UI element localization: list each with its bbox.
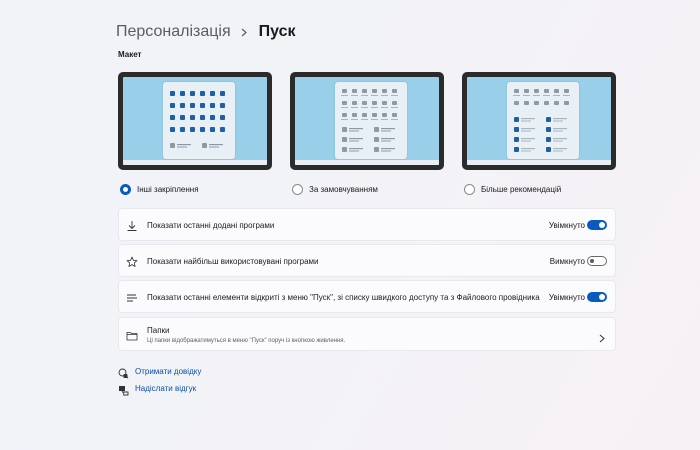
layout-options: Інші закріплення За замовчуванням Більше…	[118, 72, 616, 198]
star-icon	[126, 255, 138, 267]
radio-label: Інші закріплення	[137, 185, 199, 194]
feedback-icon	[118, 383, 129, 396]
toggle-switch[interactable]	[587, 256, 607, 266]
start-menu-preview	[163, 82, 235, 159]
layout-option-more-pins[interactable]: Інші закріплення	[118, 72, 272, 195]
start-menu-preview	[335, 82, 407, 159]
radio-button[interactable]	[464, 184, 475, 195]
setting-folders[interactable]: Папки Ці папки відображатимуться в меню …	[118, 317, 616, 351]
setting-label: Показати останні додані програми	[147, 221, 275, 230]
folders-description: Ці папки відображатимуться в меню "Пуск"…	[147, 338, 346, 344]
send-feedback-link[interactable]: Надіслати відгук	[118, 383, 197, 396]
download-icon	[126, 219, 138, 231]
toggle-status: Вимкнуто	[549, 257, 585, 266]
chevron-right-icon	[599, 330, 605, 343]
get-help-link[interactable]: Отримати довідку	[118, 366, 202, 379]
list-icon	[126, 291, 138, 303]
breadcrumb: Персоналізація Пуск	[116, 20, 296, 44]
radio-more-recommendations[interactable]: Більше рекомендацій	[464, 184, 561, 195]
toggle-switch[interactable]	[587, 292, 607, 302]
chevron-right-icon	[241, 25, 251, 39]
radio-button[interactable]	[120, 184, 131, 195]
get-help-label: Отримати довідку	[135, 367, 202, 376]
setting-recently-added-apps[interactable]: Показати останні додані програми Увімкну…	[118, 208, 616, 241]
breadcrumb-parent-link[interactable]: Персоналізація	[116, 23, 231, 41]
setting-most-used-apps[interactable]: Показати найбільш використовувані програ…	[118, 244, 616, 277]
layout-preview-more-pins[interactable]	[118, 72, 272, 170]
layout-section-label: Макет	[118, 50, 142, 59]
layout-option-default[interactable]: За замовчуванням	[290, 72, 444, 195]
radio-more-pins[interactable]: Інші закріплення	[120, 184, 199, 195]
toggle-status: Увімкнуто	[548, 293, 585, 302]
toggle-switch[interactable]	[587, 220, 607, 230]
setting-recent-items[interactable]: Показати останні елементи відкриті з мен…	[118, 280, 616, 313]
radio-button[interactable]	[292, 184, 303, 195]
page-title: Пуск	[258, 23, 296, 40]
start-menu-preview	[507, 82, 579, 159]
radio-default[interactable]: За замовчуванням	[292, 184, 378, 195]
send-feedback-label: Надіслати відгук	[135, 384, 197, 393]
folder-icon	[126, 329, 138, 341]
setting-label: Показати найбільш використовувані програ…	[147, 257, 319, 266]
setting-label: Показати останні елементи відкриті з мен…	[147, 293, 540, 302]
layout-preview-more-recommendations[interactable]	[462, 72, 616, 170]
folders-title: Папки	[147, 326, 170, 335]
radio-label: Більше рекомендацій	[481, 185, 562, 194]
layout-option-more-recommendations[interactable]: Більше рекомендацій	[462, 72, 616, 195]
layout-preview-default[interactable]	[290, 72, 444, 170]
help-icon	[118, 366, 129, 379]
radio-label: За замовчуванням	[309, 185, 378, 194]
toggle-status: Увімкнуто	[548, 221, 585, 230]
